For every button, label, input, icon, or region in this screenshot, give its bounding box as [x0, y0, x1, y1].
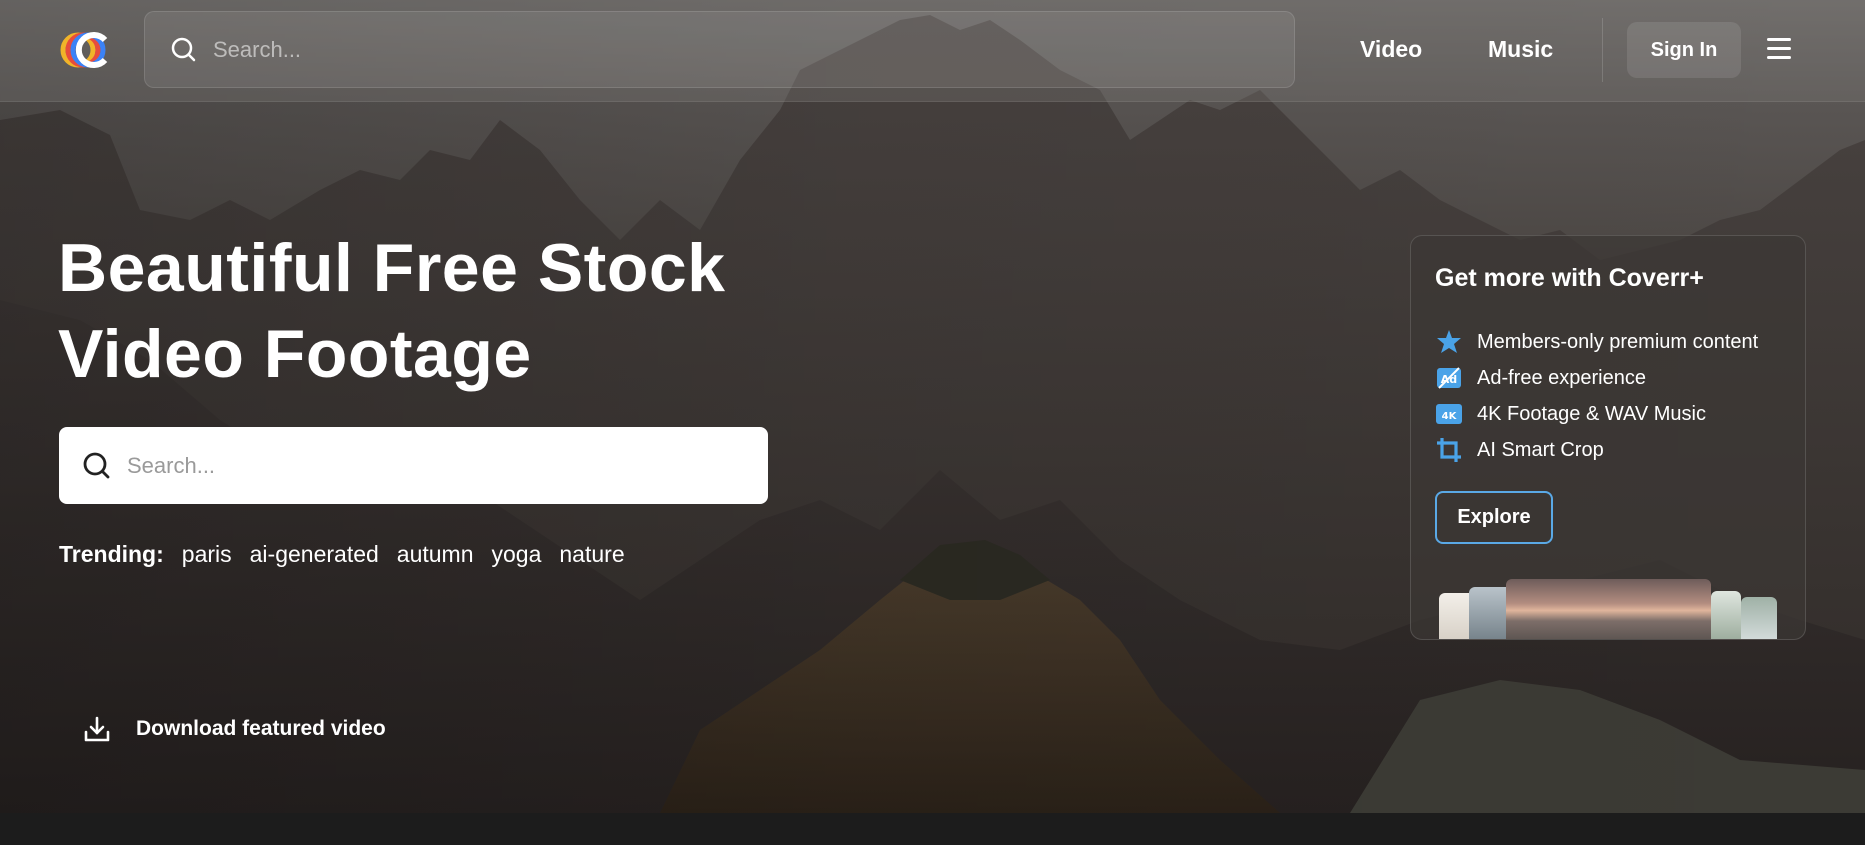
thumbnail-image: [1506, 579, 1711, 639]
explore-button[interactable]: Explore: [1435, 491, 1553, 544]
hero-search-input[interactable]: [125, 451, 729, 480]
crop-icon: [1437, 438, 1461, 462]
feature-label: AI Smart Crop: [1477, 438, 1604, 461]
feature-label: Ad-free experience: [1477, 366, 1646, 389]
search-icon: [171, 37, 196, 61]
trending-label: Trending:: [59, 541, 164, 567]
hamburger-menu-icon[interactable]: [1767, 38, 1791, 60]
download-icon: [84, 716, 110, 742]
thumbnail-image: [1711, 591, 1741, 639]
search-icon: [83, 452, 110, 478]
sign-in-button[interactable]: Sign In: [1627, 22, 1741, 78]
download-featured-video-button[interactable]: Download featured video: [82, 714, 386, 744]
hero-title: Beautiful Free Stock Video Footage: [58, 225, 778, 397]
preview-thumbnails: [1411, 579, 1805, 639]
header-search-input[interactable]: [211, 35, 1215, 64]
trending-tag-autumn[interactable]: autumn: [397, 541, 474, 568]
thumbnail-image: [1741, 597, 1777, 639]
nav-divider: [1602, 18, 1603, 82]
trending-tags: Trending: paris ai-generated autumn yoga…: [59, 541, 643, 568]
trending-tag-nature[interactable]: nature: [559, 541, 624, 568]
feature-item: Ad Ad-free experience: [1435, 364, 1646, 392]
star-icon: [1437, 330, 1461, 353]
download-label: Download featured video: [136, 717, 386, 740]
ad-free-icon: Ad: [1437, 367, 1461, 389]
nav-video-link[interactable]: Video: [1360, 36, 1422, 63]
trending-tag-yoga[interactable]: yoga: [492, 541, 542, 568]
nav-music-link[interactable]: Music: [1488, 36, 1553, 63]
coverr-logo-icon[interactable]: [58, 30, 112, 70]
feature-item: Members-only premium content: [1435, 328, 1758, 356]
feature-item: AI Smart Crop: [1435, 436, 1604, 464]
hero-title-line1: Beautiful Free Stock: [58, 230, 726, 306]
trending-tag-ai-generated[interactable]: ai-generated: [250, 541, 379, 568]
4k-icon: 4K: [1436, 404, 1462, 424]
header-search-bar[interactable]: [144, 11, 1295, 88]
top-header: Video Music Sign In: [0, 0, 1865, 102]
coverr-plus-card: Get more with Coverr+ Members-only premi…: [1410, 235, 1806, 640]
hero-search-bar[interactable]: [59, 427, 768, 504]
trending-tag-paris[interactable]: paris: [182, 541, 232, 568]
svg-text:4K: 4K: [1442, 411, 1458, 422]
feature-item: 4K 4K Footage & WAV Music: [1435, 400, 1706, 428]
feature-label: Members-only premium content: [1477, 330, 1759, 353]
hero-title-line2: Video Footage: [58, 316, 532, 392]
page-footer-strip: [0, 813, 1865, 845]
card-title: Get more with Coverr+: [1435, 264, 1704, 292]
feature-label: 4K Footage & WAV Music: [1477, 402, 1706, 425]
